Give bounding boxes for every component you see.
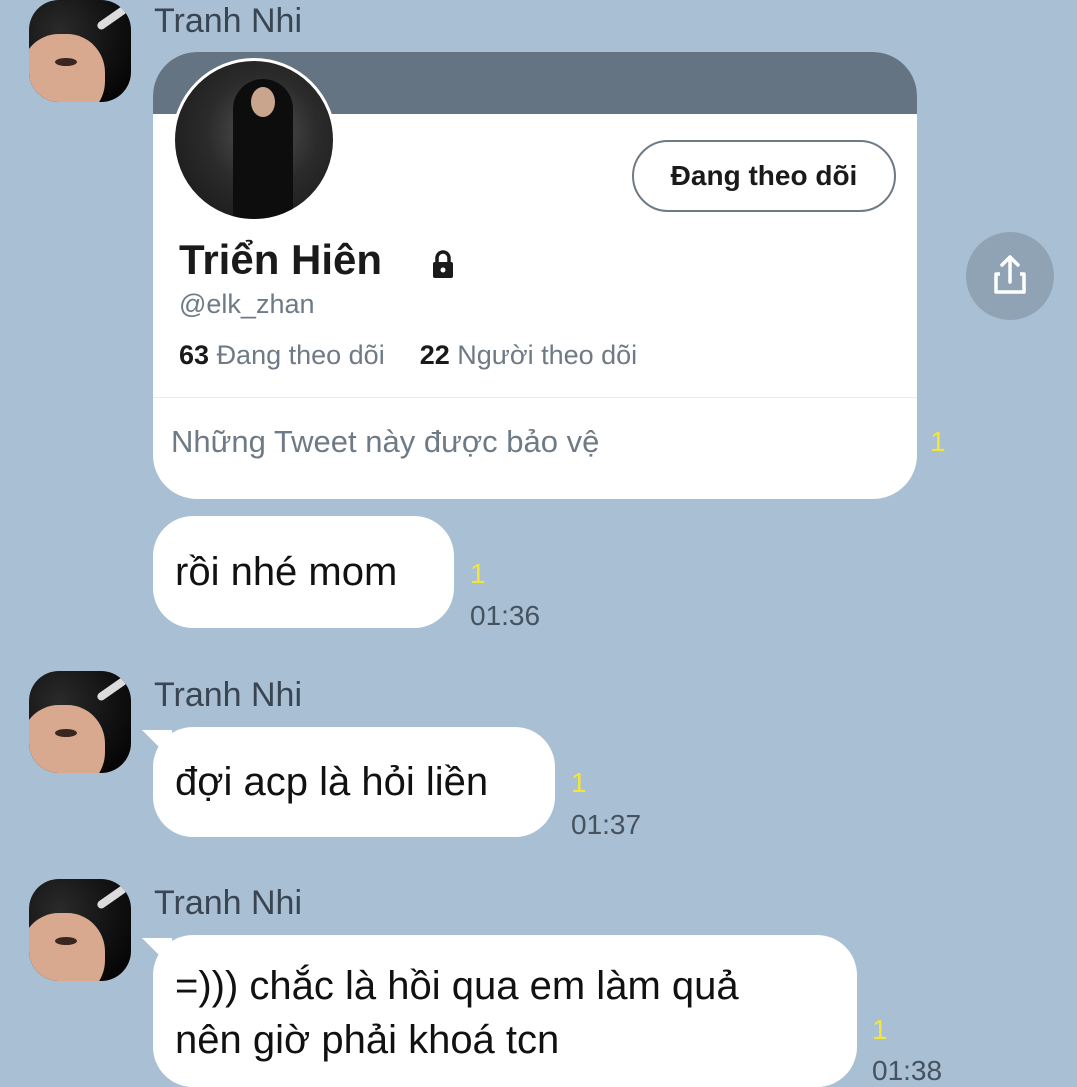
read-count: 1	[930, 426, 946, 457]
message-time: 01:38	[872, 1055, 943, 1086]
sender-name: Tranh Nhi	[154, 2, 303, 40]
profile-handle: @elk_zhan	[179, 289, 315, 319]
following-count: 63	[179, 340, 210, 370]
read-count: 1	[571, 767, 587, 798]
avatar[interactable]	[29, 879, 131, 981]
lock-icon	[433, 250, 453, 278]
profile-name: Triển Hiên	[179, 236, 383, 283]
message-time: 01:37	[571, 809, 642, 840]
share-button[interactable]	[966, 232, 1054, 320]
message-bubble[interactable]: đợi acp là hỏi liền	[153, 727, 555, 837]
message-text: rồi nhé mom	[175, 550, 398, 594]
sender-name: Tranh Nhi	[154, 676, 303, 714]
message-bubble[interactable]: =))) chắc là hồi qua em làm quả nên giờ …	[153, 935, 857, 1087]
read-count: 1	[470, 558, 486, 589]
read-count: 1	[872, 1014, 888, 1045]
avatar[interactable]	[29, 0, 131, 102]
sender-name: Tranh Nhi	[154, 884, 303, 922]
profile-stats: 63 Đang theo dõi 22 Người theo dõi	[179, 340, 637, 371]
avatar[interactable]	[29, 671, 131, 773]
message-text-line: nên giờ phải khoá tcn	[175, 1018, 560, 1062]
profile-picture	[172, 58, 336, 222]
followers-label: Người theo dõi	[457, 340, 638, 370]
share-icon	[994, 255, 1026, 294]
message-text: đợi acp là hỏi liền	[175, 760, 489, 804]
twitter-profile-card[interactable]: Đang theo dõi Triển Hiên @elk_zhan 63 Đa…	[153, 52, 917, 499]
message-time: 01:36	[470, 600, 541, 631]
protected-tweets-text: Những Tweet này được bảo vệ	[171, 424, 600, 459]
message-text-line: =))) chắc là hồi qua em làm quả	[175, 964, 739, 1008]
message-bubble[interactable]: rồi nhé mom	[153, 516, 454, 628]
following-label: Đang theo dõi	[216, 340, 385, 370]
following-button[interactable]: Đang theo dõi	[632, 140, 896, 212]
card-divider	[153, 397, 917, 398]
followers-count: 22	[419, 340, 450, 370]
